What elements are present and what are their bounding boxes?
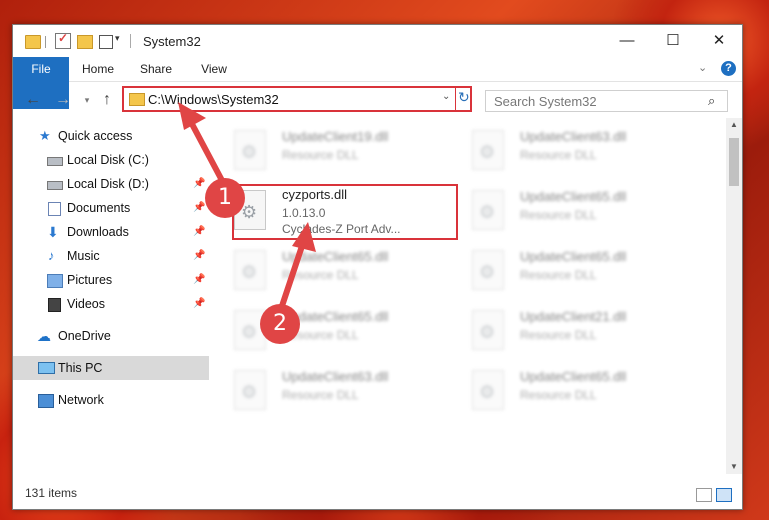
annotation-arrows	[178, 102, 316, 309]
arrow-2	[279, 222, 316, 309]
step-2-badge: 2	[260, 304, 300, 344]
step-1-badge: 1	[205, 178, 245, 218]
arrow-1	[178, 102, 229, 191]
